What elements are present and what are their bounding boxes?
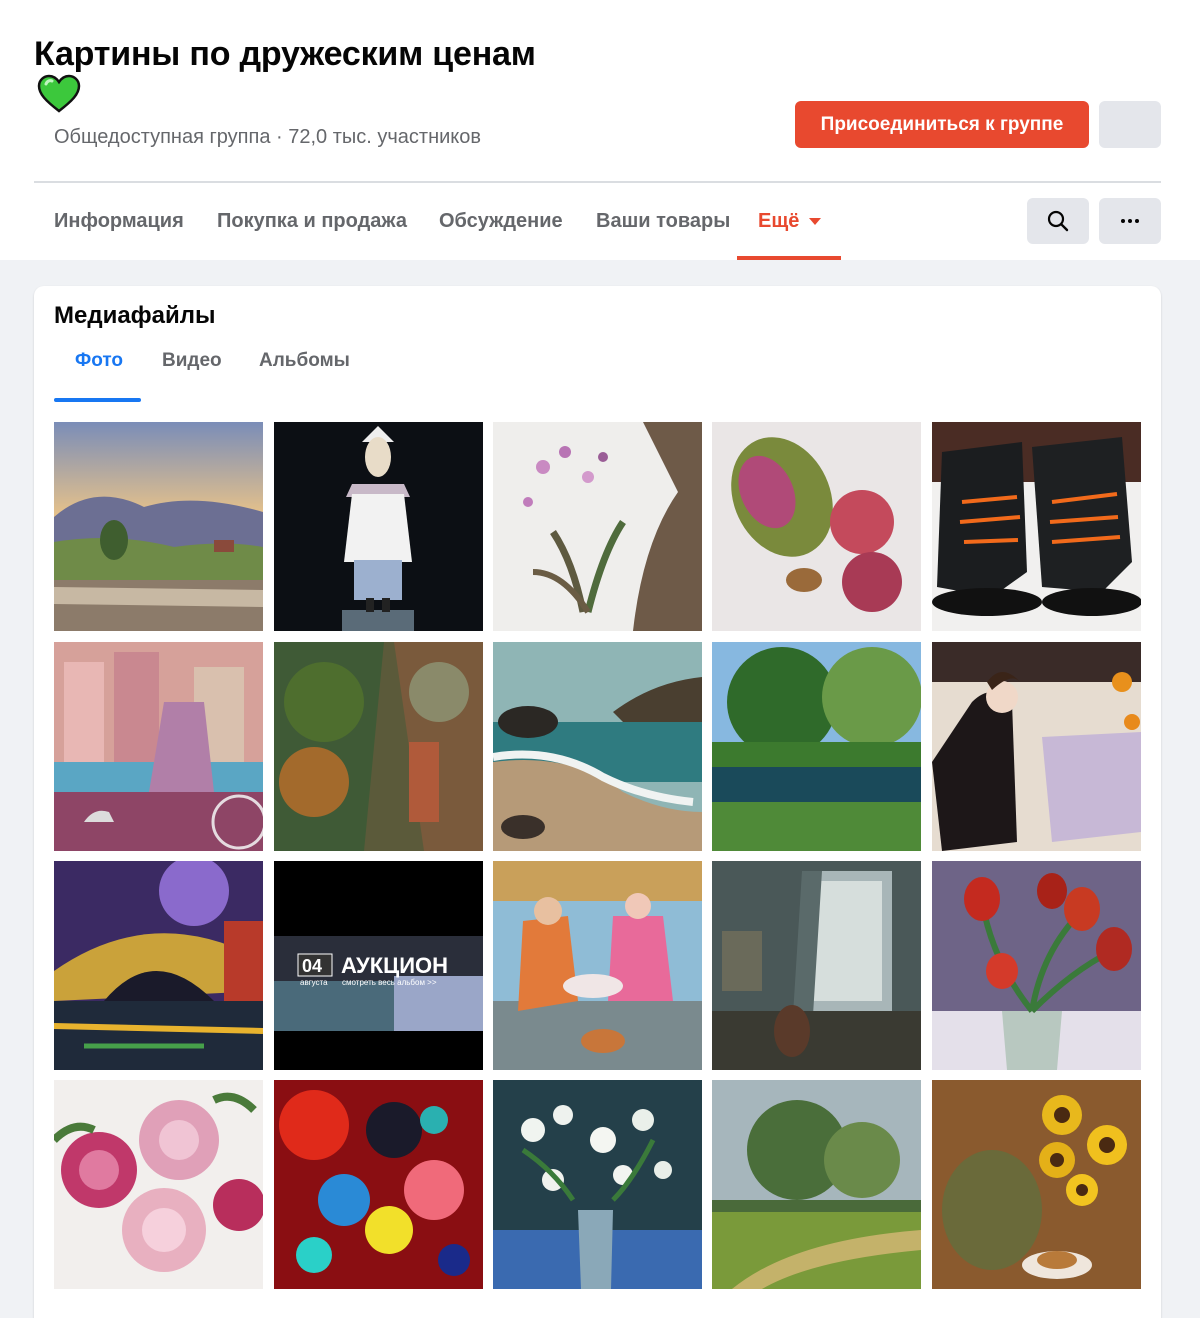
media-tab-photos[interactable]: Фото xyxy=(75,350,123,372)
media-tab-videos[interactable]: Видео xyxy=(162,350,222,372)
tab-label: Ещё xyxy=(758,210,800,232)
summer-landscape-image xyxy=(712,1080,921,1289)
search-button[interactable] xyxy=(1027,198,1089,244)
abstract-flowers-image xyxy=(274,1080,483,1289)
photo-orchid-watercolor[interactable] xyxy=(493,422,702,631)
join-group-button[interactable]: Присоединиться к группе xyxy=(795,101,1089,148)
auction-album-link: смотреть весь альбом >> xyxy=(342,978,437,987)
green-heart-icon xyxy=(37,74,81,113)
photo-sunflowers-vase[interactable] xyxy=(932,1080,1141,1289)
doll-image xyxy=(274,422,483,631)
seascape-image xyxy=(493,642,702,851)
secondary-action-button[interactable] xyxy=(1099,101,1161,148)
lady-painting-image xyxy=(932,642,1141,851)
auction-word: АУКЦИОН xyxy=(341,953,448,978)
photo-cyclist-city[interactable] xyxy=(54,642,263,851)
white-flowers-image xyxy=(493,1080,702,1289)
photo-venice-bridge[interactable] xyxy=(54,861,263,1070)
media-tab-indicator xyxy=(54,398,141,402)
tab-label: Покупка и продажа xyxy=(217,210,407,232)
tab-more[interactable]: Ещё xyxy=(758,198,822,260)
group-header: Картины по дружеским ценам Общедоступная… xyxy=(0,0,1200,260)
photo-abstract-flowers[interactable] xyxy=(274,1080,483,1289)
photo-black-boots[interactable] xyxy=(932,422,1141,631)
media-title: Медиафайлы xyxy=(54,302,216,329)
photo-auction-banner[interactable]: 04 АУКЦИОН августа смотреть весь альбом … xyxy=(274,861,483,1070)
tab-label: Ваши товары xyxy=(596,210,731,232)
tab-buy-sell[interactable]: Покупка и продажа xyxy=(217,198,407,260)
caret-down-icon xyxy=(809,218,822,225)
sunflowers-image xyxy=(932,1080,1141,1289)
painting-landscape-image xyxy=(54,422,263,631)
photo-pink-peonies[interactable] xyxy=(54,1080,263,1289)
tab-info[interactable]: Информация xyxy=(54,198,184,260)
photo-sea-shore[interactable] xyxy=(493,642,702,851)
photo-interior-window[interactable] xyxy=(712,861,921,1070)
trees-painting-image xyxy=(274,642,483,851)
peonies-painting-image xyxy=(54,1080,263,1289)
photo-pierrot-doll[interactable] xyxy=(274,422,483,631)
photo-landscape-sunset[interactable] xyxy=(54,422,263,631)
photo-white-flowers-vase[interactable] xyxy=(493,1080,702,1289)
orchid-image xyxy=(493,422,702,631)
group-meta: Общедоступная группа · 72,0 тыс. участни… xyxy=(54,126,482,148)
active-tab-indicator xyxy=(737,256,841,260)
header-divider xyxy=(34,181,1161,183)
search-icon xyxy=(1047,210,1069,232)
media-section: Медиафайлы Фото Видео Альбомы 04 АУКЦИОН… xyxy=(34,286,1161,1318)
photo-green-pond[interactable] xyxy=(712,642,921,851)
more-options-button[interactable] xyxy=(1099,198,1161,244)
auction-day: 04 xyxy=(302,956,322,976)
still-life-fruit-image xyxy=(712,422,921,631)
tab-your-items[interactable]: Ваши товары xyxy=(596,198,730,260)
auction-banner-image: 04 АУКЦИОН августа смотреть весь альбом … xyxy=(274,861,483,1070)
boots-image xyxy=(932,422,1141,631)
media-tab-albums[interactable]: Альбомы xyxy=(259,350,350,372)
tab-label: Информация xyxy=(54,210,184,232)
photo-red-tulips[interactable] xyxy=(932,861,1141,1070)
tulips-painting-image xyxy=(932,861,1141,1070)
auction-month: августа xyxy=(300,978,328,987)
venice-painting-image xyxy=(54,861,263,1070)
pond-landscape-image xyxy=(712,642,921,851)
interior-painting-image xyxy=(712,861,921,1070)
cafe-couple-image xyxy=(493,861,702,1070)
photo-trees-alley[interactable] xyxy=(274,642,483,851)
tab-discussion[interactable]: Обсуждение xyxy=(439,198,563,260)
photo-lady-at-table[interactable] xyxy=(932,642,1141,851)
cyclist-painting-image xyxy=(54,642,263,851)
photo-summer-trees[interactable] xyxy=(712,1080,921,1289)
photo-mango-peaches[interactable] xyxy=(712,422,921,631)
tab-label: Обсуждение xyxy=(439,210,563,232)
group-title: Картины по дружеским ценам xyxy=(34,35,536,73)
photo-cafe-couple[interactable] xyxy=(493,861,702,1070)
ellipsis-icon xyxy=(1121,219,1139,223)
